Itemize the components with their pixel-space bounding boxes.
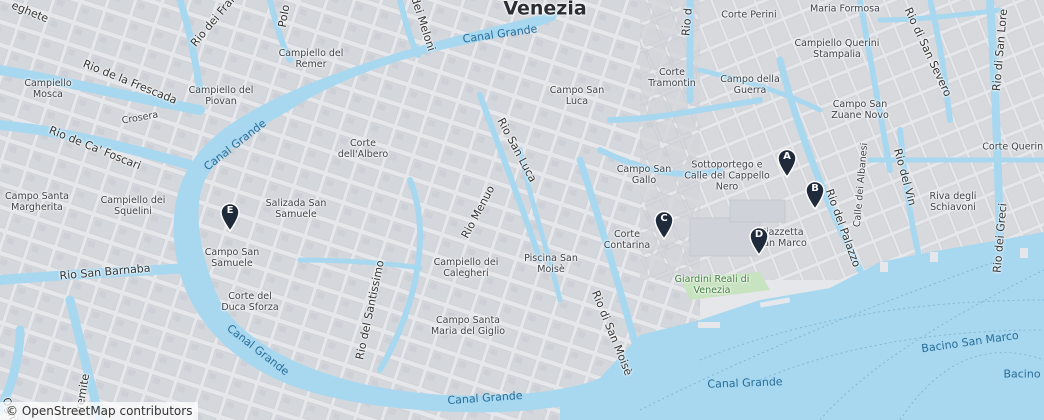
place-label: Campiello Mosca: [24, 78, 72, 100]
place-label: Campiello del Piovan: [188, 85, 254, 107]
map-marker-e[interactable]: E: [219, 202, 241, 232]
place-label: Campiello Querini Stampalia: [794, 38, 880, 60]
place-label: Corte Contarina: [603, 229, 651, 251]
place-label: Corte Perini: [721, 9, 777, 21]
place-label: Campo San Gallo: [616, 164, 672, 186]
marker-label: D: [754, 229, 764, 240]
attribution[interactable]: © OpenStreetMap contributors: [0, 402, 199, 420]
place-label: Corte dell'Albero: [337, 138, 389, 160]
city-label: Venezia: [503, 0, 587, 20]
place-label: Campiello del Remer: [278, 48, 344, 70]
rio-label: Rio d: [679, 7, 695, 37]
place-label: Campo San Zuane Novo: [831, 99, 889, 121]
bacino-label: Bacino: [1003, 367, 1041, 381]
place-label: Piscina San Moisè: [524, 253, 578, 275]
map-marker-d[interactable]: D: [748, 226, 770, 256]
marker-label: B: [811, 183, 819, 194]
place-label: Campo Santa Maria del Giglio: [430, 315, 506, 337]
place-label: Campiello dei Squelini: [100, 195, 166, 217]
marker-label: A: [783, 151, 791, 162]
marker-label: E: [226, 205, 234, 216]
place-label: Campo San Samuele: [204, 247, 260, 269]
map-canvas[interactable]: Venezia Canal Grande Canal Grande Canal …: [0, 0, 1044, 420]
place-label: Campo San Luca: [549, 85, 605, 107]
place-label: Maria Formosa: [810, 3, 880, 15]
canal-grande-label: Canal Grande: [707, 375, 783, 391]
attribution-text: © OpenStreetMap contributors: [6, 404, 193, 418]
marker-label: C: [660, 213, 668, 224]
place-label: Campo Santa Margherita: [5, 191, 69, 213]
map-marker-a[interactable]: A: [776, 148, 798, 178]
place-label: Corte del Duca Sforza: [221, 291, 279, 313]
place-label: Salizada San Samuele: [265, 198, 327, 220]
place-label: Campiello dei Calegheri: [433, 257, 499, 279]
place-label: Corte Tramontin: [648, 67, 696, 89]
place-label: Corte Querini: [982, 141, 1044, 153]
place-label: Sottoportego e Calle del Cappello Nero: [684, 159, 770, 193]
map-marker-c[interactable]: C: [653, 210, 675, 240]
park-label: Giardini Reali di Venezia: [674, 274, 750, 296]
place-label: Campo della Guerra: [720, 74, 780, 96]
map-marker-b[interactable]: B: [804, 180, 826, 210]
place-label: Riva degli Schiavoni: [929, 191, 977, 213]
